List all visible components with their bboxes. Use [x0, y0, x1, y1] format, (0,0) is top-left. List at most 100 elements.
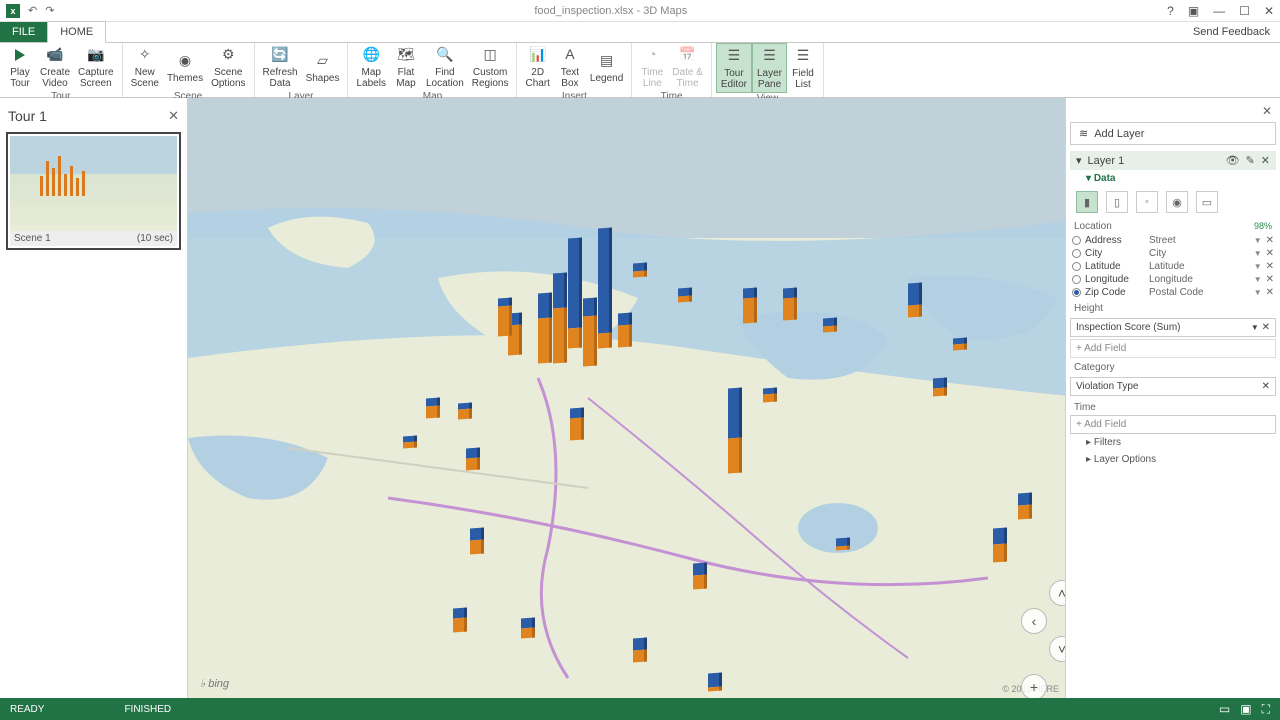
redo-icon[interactable]: ↷: [45, 4, 54, 17]
scene-options-button[interactable]: ⚙Scene Options: [207, 43, 249, 91]
tab-file[interactable]: FILE: [0, 22, 47, 42]
field-name: City: [1085, 248, 1145, 259]
clustered-column-icon[interactable]: ▯: [1106, 191, 1128, 213]
geocode-pct[interactable]: 98%: [1254, 221, 1272, 232]
2d-chart-button[interactable]: 📊2D Chart: [521, 43, 553, 91]
data-section[interactable]: ▾ Data: [1070, 170, 1276, 187]
remove-icon[interactable]: ✕: [1266, 287, 1274, 298]
dropdown-icon[interactable]: ▼: [1251, 323, 1259, 332]
radio-icon[interactable]: [1072, 262, 1081, 271]
capture-screen-button[interactable]: 📷Capture Screen: [74, 43, 118, 91]
text-box-button[interactable]: AText Box: [554, 43, 586, 91]
dropdown-icon[interactable]: ▼: [1254, 236, 1262, 245]
filters-section[interactable]: ▸ Filters: [1070, 434, 1276, 451]
field-type[interactable]: Longitude: [1149, 274, 1250, 285]
dropdown-icon[interactable]: ▼: [1254, 249, 1262, 258]
remove-icon[interactable]: ✕: [1266, 235, 1274, 246]
zoom-in-button[interactable]: +: [1021, 674, 1047, 698]
time-add-field[interactable]: + Add Field: [1070, 415, 1276, 434]
rotate-left-button[interactable]: ‹: [1021, 608, 1047, 634]
close-icon[interactable]: ✕: [1264, 4, 1274, 18]
shapes-button[interactable]: ▱Shapes: [302, 49, 344, 86]
field-type[interactable]: Street: [1149, 235, 1250, 246]
excel-icon: x: [6, 4, 20, 18]
remove-field-icon[interactable]: ✕: [1262, 322, 1270, 333]
minimize-icon[interactable]: —: [1213, 4, 1225, 18]
layer-options-section[interactable]: ▸ Layer Options: [1070, 451, 1276, 468]
data-bar: [908, 283, 922, 318]
create-video-button[interactable]: 📹Create Video: [36, 43, 74, 91]
field-type[interactable]: Postal Code: [1149, 287, 1250, 298]
new-scene-button[interactable]: ✧New Scene: [127, 43, 163, 91]
shapes-icon: ▱: [313, 51, 333, 71]
dropdown-icon[interactable]: ▼: [1254, 288, 1262, 297]
data-bar: [453, 608, 467, 633]
legend-button[interactable]: ▤Legend: [586, 49, 627, 86]
region-icon[interactable]: ▭: [1196, 191, 1218, 213]
flat-map-button[interactable]: 🗺Flat Map: [390, 43, 422, 91]
stacked-column-icon[interactable]: ▮: [1076, 191, 1098, 213]
layer-pane-button[interactable]: ☰Layer Pane: [752, 43, 787, 93]
add-layer-button[interactable]: ≋ Add Layer: [1070, 122, 1276, 145]
location-field-row[interactable]: Latitude Latitude ▼ ✕: [1070, 260, 1276, 273]
remove-icon[interactable]: ✕: [1266, 248, 1274, 259]
visibility-icon[interactable]: 👁: [1226, 154, 1240, 167]
scene-thumbnail[interactable]: 1 Scene 1 (10 sec): [6, 132, 181, 250]
map-labels-button[interactable]: 🌐Map Labels: [352, 43, 389, 91]
status-icon-1[interactable]: ▭: [1219, 702, 1230, 717]
camera-icon: 📷: [86, 45, 106, 65]
data-bar: [1018, 493, 1032, 520]
scene-preview: [10, 136, 177, 231]
location-field-row[interactable]: Address Street ▼ ✕: [1070, 234, 1276, 247]
layer-header[interactable]: ▾ Layer 1 👁 ✎ ✕: [1070, 151, 1276, 170]
tab-home[interactable]: HOME: [47, 21, 106, 43]
undo-icon[interactable]: ↶: [28, 4, 37, 17]
remove-category-icon[interactable]: ✕: [1262, 381, 1270, 392]
layer-pane-close-icon[interactable]: ✕: [1262, 104, 1272, 118]
data-bar: [538, 293, 552, 364]
dropdown-icon[interactable]: ▼: [1254, 275, 1262, 284]
edit-icon[interactable]: ✎: [1246, 154, 1255, 167]
map-view[interactable]: ♭ bing © 2019 HERE ˄ ‹ › ˅ + −: [188, 98, 1065, 698]
height-add-field[interactable]: + Add Field: [1070, 339, 1276, 358]
data-bar: [633, 263, 647, 278]
status-icon-2[interactable]: ▣: [1240, 702, 1251, 717]
dropdown-icon[interactable]: ▼: [1254, 262, 1262, 271]
field-type[interactable]: Latitude: [1149, 261, 1250, 272]
radio-icon[interactable]: [1072, 275, 1081, 284]
tour-panel-close-icon[interactable]: ✕: [168, 108, 179, 124]
radio-icon[interactable]: [1072, 249, 1081, 258]
category-field[interactable]: Violation Type ✕: [1070, 377, 1276, 396]
play-tour-button[interactable]: Play Tour: [4, 43, 36, 91]
tour-editor-button[interactable]: ☰Tour Editor: [716, 43, 752, 93]
collapse-icon[interactable]: ▾: [1076, 154, 1082, 167]
send-feedback-link[interactable]: Send Feedback: [1193, 26, 1270, 38]
field-type[interactable]: City: [1149, 248, 1250, 259]
height-field[interactable]: Inspection Score (Sum) ▼ ✕: [1070, 318, 1276, 337]
height-label: Height: [1074, 303, 1103, 314]
refresh-data-button[interactable]: 🔄Refresh Data: [259, 43, 302, 91]
radio-icon[interactable]: [1072, 288, 1081, 297]
radio-icon[interactable]: [1072, 236, 1081, 245]
find-location-button[interactable]: 🔍Find Location: [422, 43, 468, 91]
bubble-icon[interactable]: ◦: [1136, 191, 1158, 213]
remove-icon[interactable]: ✕: [1266, 274, 1274, 285]
labels-icon: 🌐: [361, 45, 381, 65]
custom-regions-button[interactable]: ◫Custom Regions: [468, 43, 513, 91]
options-icon: ⚙: [218, 45, 238, 65]
field-list-button[interactable]: ☰Field List: [787, 44, 819, 92]
location-field-row[interactable]: Zip Code Postal Code ▼ ✕: [1070, 286, 1276, 299]
refresh-icon: 🔄: [270, 45, 290, 65]
maximize-icon[interactable]: ☐: [1239, 4, 1250, 18]
bing-logo: ♭ bing: [200, 677, 229, 690]
help-icon[interactable]: ?: [1167, 4, 1174, 18]
heatmap-icon[interactable]: ◉: [1166, 191, 1188, 213]
scene-duration: (10 sec): [137, 233, 173, 244]
themes-button[interactable]: ◉Themes: [163, 49, 207, 86]
remove-icon[interactable]: ✕: [1266, 261, 1274, 272]
status-icon-3[interactable]: ⛶: [1262, 702, 1270, 717]
ribbon-options-icon[interactable]: ▣: [1188, 4, 1199, 18]
delete-layer-icon[interactable]: ✕: [1261, 154, 1270, 167]
location-field-row[interactable]: City City ▼ ✕: [1070, 247, 1276, 260]
location-field-row[interactable]: Longitude Longitude ▼ ✕: [1070, 273, 1276, 286]
